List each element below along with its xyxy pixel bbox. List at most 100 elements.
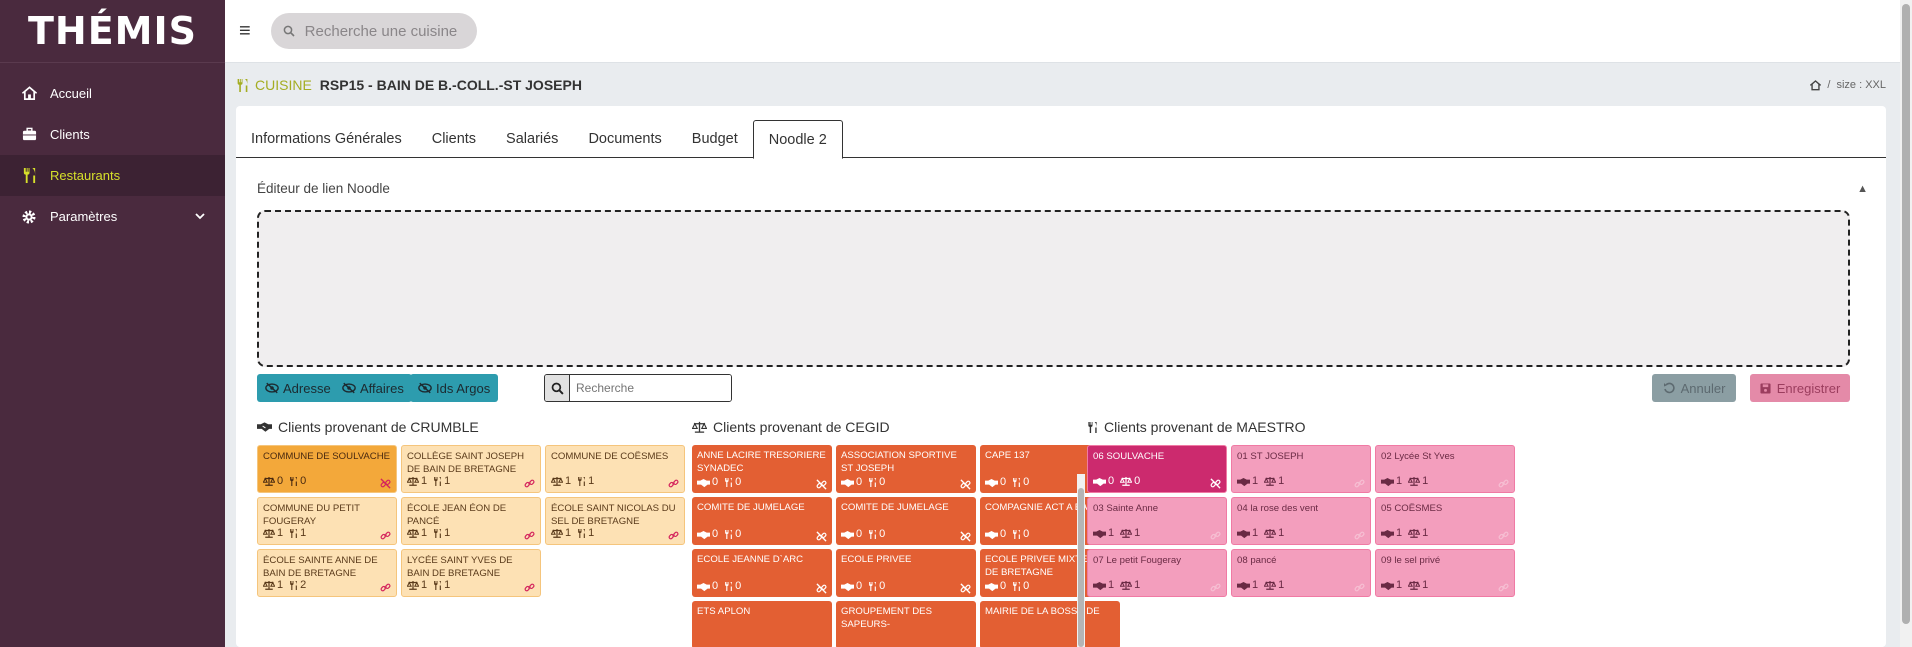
- maestro-client-tile[interactable]: 04 la rose des vent 1 1: [1231, 497, 1371, 545]
- maestro-client-tile[interactable]: 06 SOULVACHE 0 0: [1087, 445, 1227, 493]
- save-button[interactable]: Enregistrer: [1750, 374, 1850, 402]
- link-icon[interactable]: [1210, 530, 1221, 541]
- utensils-icon: [1012, 477, 1021, 488]
- crumble-client-tile[interactable]: COMMUNE DE SOULVACHE 0 0: [257, 445, 397, 493]
- cegid-client-tile[interactable]: COMITE DE JUMELAGE 0 0: [836, 497, 976, 545]
- utensils-icon: [868, 477, 877, 488]
- client-stat: 0: [289, 474, 306, 489]
- unlink-icon[interactable]: [960, 583, 971, 594]
- hamburger-menu-icon[interactable]: ≡: [239, 20, 251, 43]
- maestro-client-tile[interactable]: 02 Lycée St Yves 1 1: [1375, 445, 1515, 493]
- crumble-client-tile[interactable]: COMMUNE DU PETIT FOUGERAY 1 1: [257, 497, 397, 545]
- sidebar-item-restaurants[interactable]: Restaurants: [0, 155, 225, 196]
- maestro-client-tile[interactable]: 09 le sel privé 1 1: [1375, 549, 1515, 597]
- kitchen-search[interactable]: [270, 13, 477, 49]
- tab-documents[interactable]: Documents: [573, 120, 676, 158]
- handshake-icon: [1093, 477, 1106, 487]
- cegid-client-tile[interactable]: COMITE DE JUMELAGE 0 0: [692, 497, 832, 545]
- client-stat: 2: [289, 578, 306, 593]
- app-logo[interactable]: THÉMIS: [0, 0, 225, 63]
- collapse-caret-icon[interactable]: ▲: [1857, 183, 1868, 195]
- cegid-scrollbar[interactable]: [1077, 474, 1085, 647]
- link-icon[interactable]: [380, 582, 391, 593]
- cegid-client-tile[interactable]: ECOLE PRIVEE 0 0: [836, 549, 976, 597]
- crumble-client-tile[interactable]: LYCÉE SAINT YVES DE BAIN DE BRETAGNE 1 1: [401, 549, 541, 597]
- home-icon[interactable]: [1810, 79, 1822, 91]
- cancel-button[interactable]: Annuler: [1652, 374, 1736, 402]
- crumble-client-tile[interactable]: COMMUNE DE COËSMES 1 1: [545, 445, 685, 493]
- link-icon[interactable]: [668, 530, 679, 541]
- page-scrollbar-thumb[interactable]: [1902, 4, 1910, 624]
- unlink-icon[interactable]: [816, 531, 827, 542]
- toggle-affaires-button[interactable]: Affaires: [334, 374, 412, 402]
- unlink-icon[interactable]: [960, 531, 971, 542]
- maestro-client-tile[interactable]: 07 Le petit Fougeray 1 1: [1087, 549, 1227, 597]
- crumble-client-tile[interactable]: ÉCOLE JEAN ÉON DE PANCÉ 1 1: [401, 497, 541, 545]
- tab-clients[interactable]: Clients: [417, 120, 491, 158]
- cegid-scrollbar-thumb[interactable]: [1078, 488, 1084, 647]
- client-stat-value: 1: [1252, 579, 1259, 592]
- maestro-client-tile[interactable]: 03 Sainte Anne 1 1: [1087, 497, 1227, 545]
- utensils-icon: [433, 476, 442, 487]
- page-scrollbar[interactable]: [1900, 0, 1912, 647]
- link-icon[interactable]: [1354, 478, 1365, 489]
- utensils-icon: [724, 529, 733, 540]
- client-stat: 0: [1012, 475, 1029, 490]
- client-stat-value: 0: [1108, 475, 1115, 488]
- client-name: 02 Lycée St Yves: [1381, 451, 1455, 462]
- link-dropzone[interactable]: [257, 210, 1850, 367]
- client-stat: 1: [551, 526, 571, 541]
- crumble-client-tile[interactable]: COLLÈGE SAINT JOSEPH DE BAIN DE BRETAGNE…: [401, 445, 541, 493]
- client-stat-value: 1: [1422, 527, 1429, 540]
- maestro-client-tile[interactable]: 08 pancé 1 1: [1231, 549, 1371, 597]
- sidebar-item-clients[interactable]: Clients: [0, 114, 225, 155]
- client-stat: 0: [868, 475, 885, 490]
- handshake-icon: [257, 421, 272, 433]
- cegid-client-tile[interactable]: ECOLE JEANNE D`ARC 0 0: [692, 549, 832, 597]
- cegid-client-tile[interactable]: MAIRIE DE LA BOSSE DE: [980, 601, 1120, 647]
- sidebar-item-parametres[interactable]: Paramètres: [0, 196, 225, 237]
- cegid-client-tile[interactable]: ETS APLON: [692, 601, 832, 647]
- tab-noodle-2[interactable]: Noodle 2: [752, 120, 843, 159]
- link-icon[interactable]: [1354, 582, 1365, 593]
- link-icon[interactable]: [1498, 530, 1509, 541]
- tab-budget[interactable]: Budget: [677, 120, 753, 158]
- cegid-client-tile[interactable]: ANNE LACIRE TRESORIERE SYNADEC 0 0: [692, 445, 832, 493]
- toggle-ids-argos-button[interactable]: Ids Argos: [410, 374, 499, 402]
- sidebar-item-accueil[interactable]: Accueil: [0, 73, 225, 114]
- breadcrumb-separator: /: [1827, 79, 1831, 91]
- unlink-icon[interactable]: [380, 478, 391, 489]
- link-icon[interactable]: [668, 478, 679, 489]
- cegid-client-tile[interactable]: ASSOCIATION SPORTIVE ST JOSEPH 0 0: [836, 445, 976, 493]
- link-icon[interactable]: [1498, 478, 1509, 489]
- search-icon[interactable]: [545, 375, 570, 401]
- client-name: MAIRIE DE LA BOSSE DE: [985, 606, 1100, 617]
- kitchen-search-input[interactable]: [304, 22, 465, 40]
- crumble-client-tile[interactable]: ÉCOLE SAINT NICOLAS DU SEL DE BRETAGNE 1 1: [545, 497, 685, 545]
- client-stat-value: 0: [712, 528, 719, 541]
- tab-salaries[interactable]: Salariés: [491, 120, 573, 158]
- breadcrumb: / size : XXL: [1810, 79, 1886, 91]
- link-icon[interactable]: [1498, 582, 1509, 593]
- toggle-adresse-button[interactable]: Adresse: [257, 374, 339, 402]
- link-icon[interactable]: [524, 478, 535, 489]
- handshake-icon: [985, 582, 998, 592]
- link-icon[interactable]: [524, 530, 535, 541]
- maestro-client-tile[interactable]: 01 ST JOSEPH 1 1: [1231, 445, 1371, 493]
- cegid-client-tile[interactable]: GROUPEMENT DES SAPEURS-: [836, 601, 976, 647]
- maestro-client-tile[interactable]: 05 COËSMES 1 1: [1375, 497, 1515, 545]
- tab-informations-generales[interactable]: Informations Générales: [236, 120, 417, 158]
- link-icon[interactable]: [380, 530, 391, 541]
- link-icon[interactable]: [1354, 530, 1365, 541]
- client-search-input[interactable]: [570, 375, 731, 401]
- link-icon[interactable]: [1210, 582, 1221, 593]
- unlink-icon[interactable]: [816, 583, 827, 594]
- client-stat: 0: [841, 475, 862, 490]
- unlink-icon[interactable]: [960, 479, 971, 490]
- unlink-icon[interactable]: [1210, 478, 1221, 489]
- client-stat-value: 0: [879, 528, 886, 541]
- toggle-ids-argos-label: Ids Argos: [436, 380, 491, 396]
- unlink-icon[interactable]: [816, 479, 827, 490]
- link-icon[interactable]: [524, 582, 535, 593]
- crumble-client-tile[interactable]: ÉCOLE SAINTE ANNE DE BAIN DE BRETAGNE 1 2: [257, 549, 397, 597]
